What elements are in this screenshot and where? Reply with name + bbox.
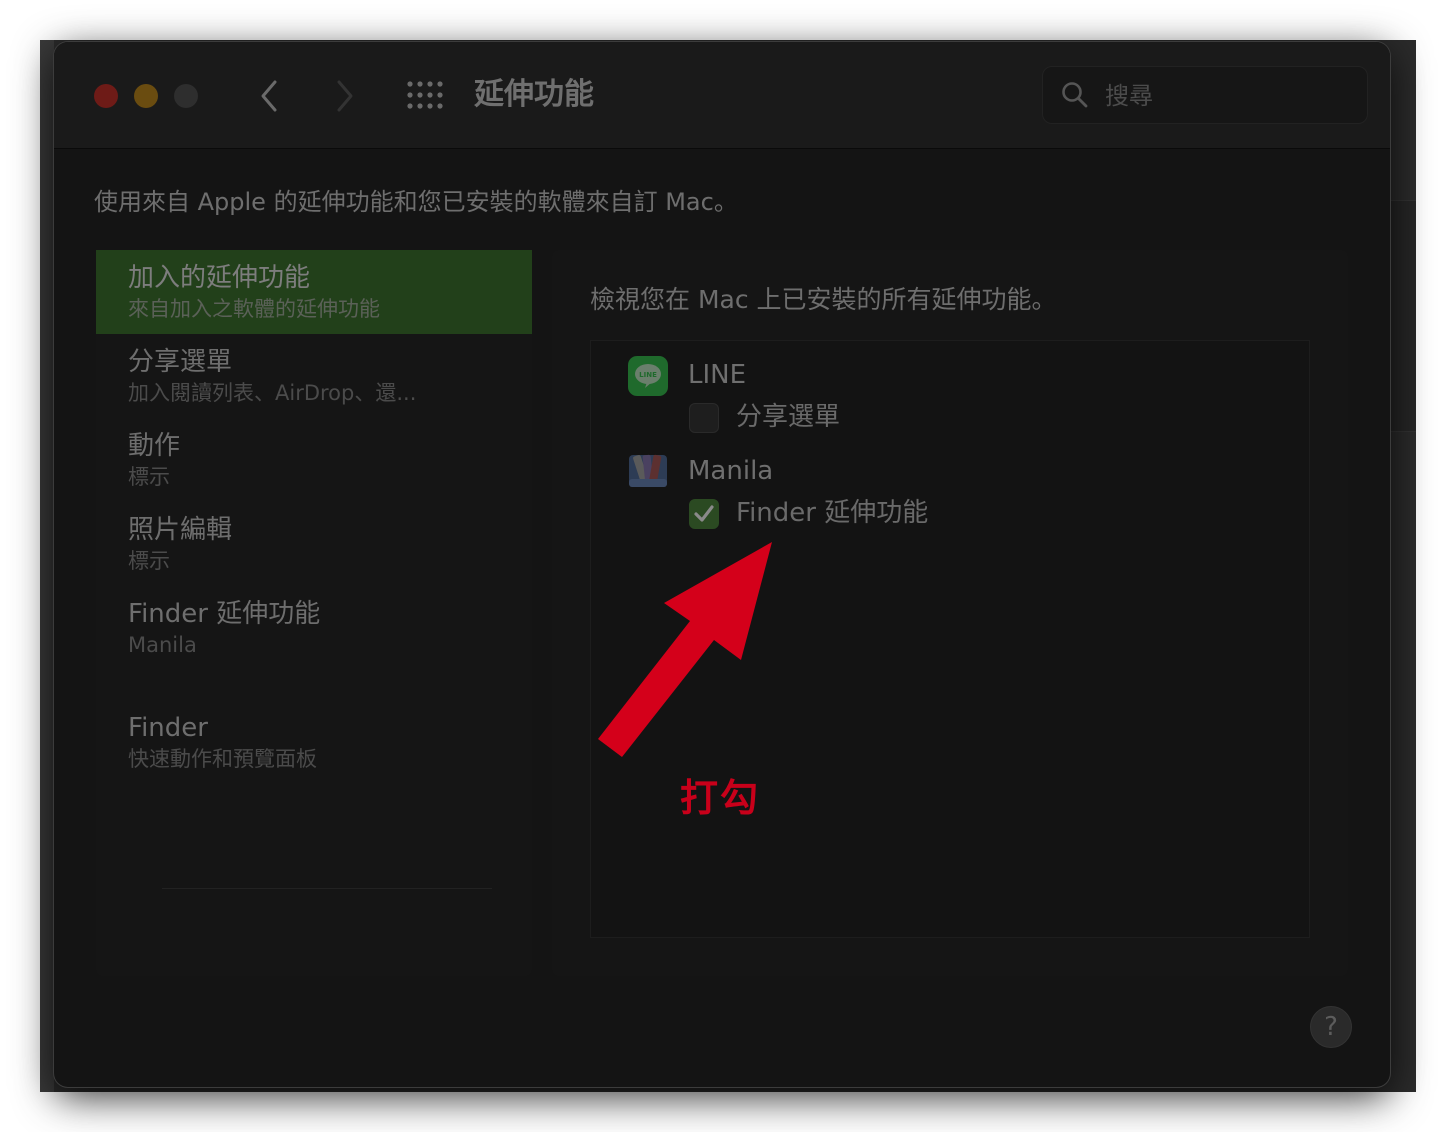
annotation-arrow-icon [598,542,772,757]
annotation-label: 打勾 [680,776,761,820]
